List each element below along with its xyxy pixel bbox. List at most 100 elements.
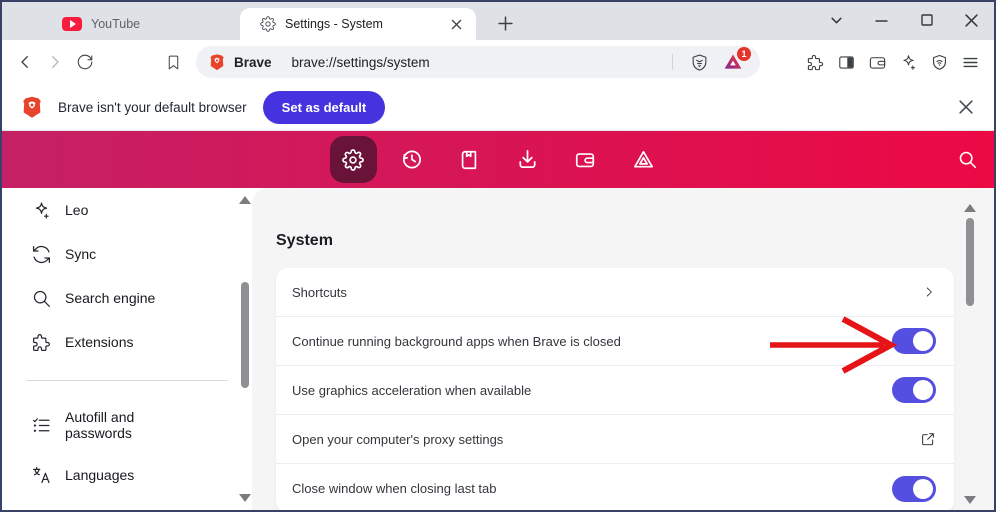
set-as-default-button[interactable]: Set as default [262, 90, 386, 124]
sparkle-icon [30, 199, 52, 221]
leo-sparkle-icon[interactable] [893, 47, 924, 77]
tab-close-icon[interactable] [446, 14, 466, 34]
wallet-icon[interactable] [556, 131, 614, 188]
default-browser-banner: Brave isn't your default browser Set as … [2, 84, 994, 131]
sync-icon [30, 243, 52, 265]
site-label: Brave [234, 54, 272, 70]
sidebar-item-autofill[interactable]: Autofill and passwords [2, 397, 252, 453]
translate-icon [30, 464, 52, 486]
setting-label: Shortcuts [292, 284, 347, 300]
settings-content: System Shortcuts Continue running backgr… [252, 188, 994, 510]
search-icon[interactable] [957, 131, 978, 188]
window-controls [814, 2, 994, 38]
address-bar[interactable]: Brave brave://settings/system 1 [196, 46, 760, 78]
sidebar-item-languages[interactable]: Languages [2, 453, 252, 497]
banner-close-icon[interactable] [956, 97, 976, 117]
brave-shields-icon[interactable] [690, 53, 709, 72]
setting-label: Close window when closing last tab [292, 481, 497, 496]
setting-row-close-window: Close window when closing last tab [276, 464, 954, 510]
toggle-knob [913, 478, 933, 499]
toggle-knob [913, 331, 933, 351]
history-icon[interactable] [382, 131, 440, 188]
setting-label: Use graphics acceleration when available [292, 382, 532, 398]
setting-label: Continue running background apps when Br… [292, 333, 621, 349]
back-button[interactable] [10, 47, 40, 77]
graphics-acceleration-toggle[interactable] [892, 377, 936, 403]
wallet-icon[interactable] [862, 47, 893, 77]
sidebar-item-label: Languages [65, 467, 135, 483]
tab-youtube[interactable]: YouTube [8, 8, 240, 40]
extensions-icon[interactable] [800, 47, 831, 77]
search-icon [30, 287, 52, 309]
setting-row-shortcuts[interactable]: Shortcuts [276, 268, 954, 317]
youtube-favicon-icon [62, 17, 82, 31]
puzzle-icon [30, 331, 52, 353]
setting-row-background-apps: Continue running background apps when Br… [276, 317, 954, 366]
tab-settings-system[interactable]: Settings - System [240, 8, 476, 40]
settings-page-body: Leo Sync Search engine Extensions Autofi… [2, 188, 994, 510]
tab-label: Settings - System [285, 17, 383, 31]
system-settings-card: Shortcuts Continue running background ap… [276, 268, 954, 510]
external-link-icon [920, 431, 936, 447]
divider [672, 54, 673, 70]
sidebar-item-sync[interactable]: Sync [2, 232, 252, 276]
sidebar-item-label: Sync [65, 246, 97, 262]
settings-tab-active[interactable] [324, 131, 382, 188]
menu-icon[interactable] [955, 47, 986, 77]
maximize-button[interactable] [904, 2, 949, 38]
close-window-toggle[interactable] [892, 475, 936, 502]
sidebar-item-label: Extensions [65, 334, 134, 350]
banner-message: Brave isn't your default browser [58, 99, 247, 115]
browser-window: YouTube Settings - System Brave brave://… [0, 0, 996, 512]
brave-rewards-icon[interactable]: 1 [723, 47, 751, 72]
toggle-knob [913, 380, 933, 400]
new-tab-button[interactable] [492, 10, 518, 36]
scroll-up-arrow-icon[interactable] [239, 196, 251, 204]
setting-row-graphics-acceleration: Use graphics acceleration when available [276, 366, 954, 415]
sidebar-panel-icon[interactable] [831, 47, 862, 77]
bookmark-icon[interactable] [158, 47, 188, 77]
background-apps-toggle[interactable] [892, 328, 936, 354]
sidebar-item-label: Autofill and passwords [65, 409, 135, 441]
scrollbar-thumb[interactable] [966, 218, 974, 306]
scrollbar-thumb[interactable] [241, 282, 249, 388]
vpn-shield-icon[interactable] [924, 47, 955, 77]
scroll-down-arrow-icon[interactable] [964, 496, 976, 504]
tab-search-chevron-icon[interactable] [814, 2, 859, 38]
sidebar-item-search-engine[interactable]: Search engine [2, 276, 252, 320]
sidebar-item-leo[interactable]: Leo [2, 188, 252, 232]
close-button[interactable] [949, 2, 994, 38]
downloads-icon[interactable] [498, 131, 556, 188]
sidebar-divider [26, 380, 228, 381]
list-check-icon [30, 414, 52, 436]
chevron-right-icon [922, 285, 936, 299]
download-icon [30, 508, 52, 510]
settings-header-toolbar [2, 131, 994, 188]
brave-lion-icon [20, 95, 44, 119]
bookmarks-icon[interactable] [440, 131, 498, 188]
reload-button[interactable] [70, 47, 100, 77]
setting-row-proxy[interactable]: Open your computer's proxy settings [276, 415, 954, 464]
minimize-button[interactable] [859, 2, 904, 38]
url-text: brave://settings/system [291, 54, 430, 70]
tab-label: YouTube [91, 17, 141, 31]
brave-lion-icon [208, 53, 226, 71]
sidebar-item-label: Leo [65, 202, 89, 218]
tab-strip: YouTube Settings - System [2, 2, 994, 40]
sidebar-item-extensions[interactable]: Extensions [2, 320, 252, 364]
gear-icon [342, 148, 364, 171]
settings-sidebar: Leo Sync Search engine Extensions Autofi… [2, 188, 252, 510]
page-title: System [276, 232, 333, 249]
active-tile [329, 136, 377, 183]
sidebar-item-downloads[interactable]: Downloads [2, 497, 252, 510]
navigation-toolbar: Brave brave://settings/system 1 [2, 40, 994, 84]
forward-button[interactable] [40, 47, 70, 77]
sidebar-item-label: Search engine [65, 290, 156, 306]
scroll-up-arrow-icon[interactable] [964, 204, 976, 212]
sidebar-scrollbar[interactable] [238, 194, 252, 504]
scroll-down-arrow-icon[interactable] [239, 494, 251, 502]
setting-label: Open your computer's proxy settings [292, 431, 504, 447]
rewards-triangle-icon[interactable] [614, 131, 672, 188]
rewards-notification-badge: 1 [737, 47, 751, 61]
content-scrollbar[interactable] [963, 202, 977, 506]
